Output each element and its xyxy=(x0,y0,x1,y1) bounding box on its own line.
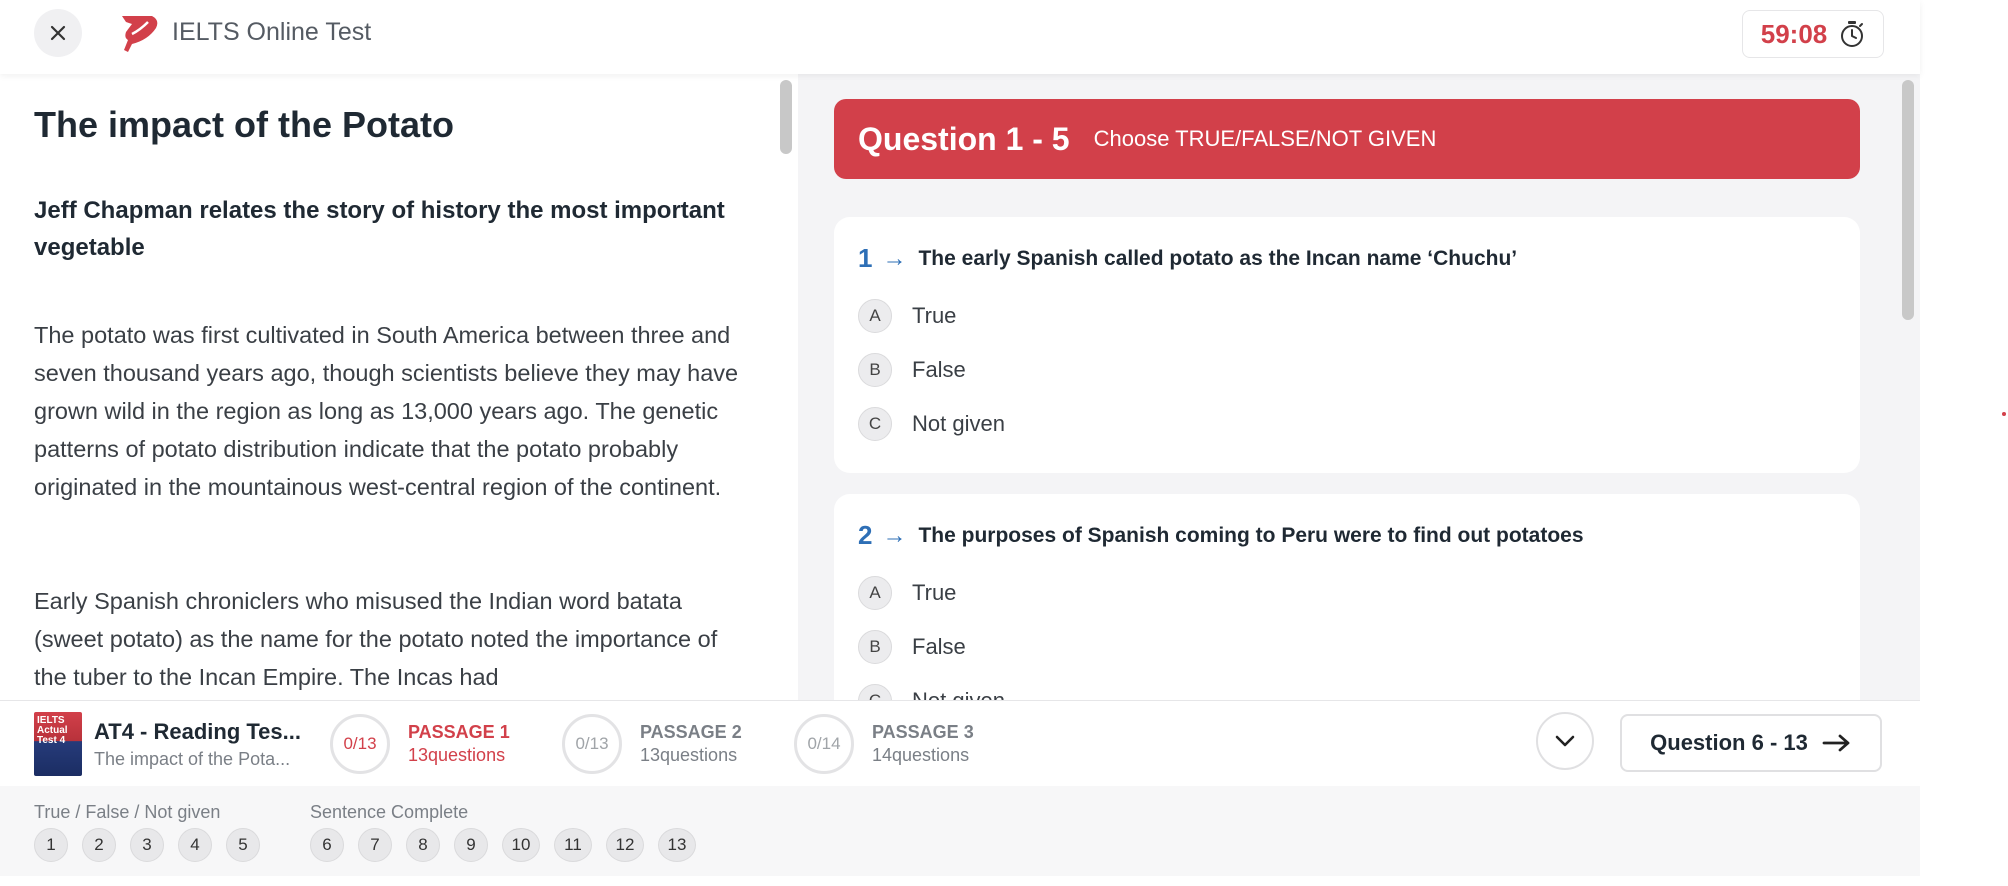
question-range: Question 1 - 5 xyxy=(858,120,1070,157)
next-button-label: Question 6 - 13 xyxy=(1650,730,1808,755)
test-thumbnail: IELTS Actual Test 4 xyxy=(34,712,82,776)
timer-value: 59:08 xyxy=(1760,18,1828,49)
passage-tab-count: 13questions xyxy=(408,745,506,765)
question-header: 2 → The purposes of Spanish coming to Pe… xyxy=(858,520,1584,551)
question-number-button[interactable]: 4 xyxy=(178,828,212,862)
countdown-timer: 59:08 xyxy=(1742,10,1884,58)
chevron-down-icon xyxy=(1555,735,1575,747)
tab-passage-3[interactable]: 0/14 PASSAGE 3 14questions xyxy=(794,711,974,777)
answer-option[interactable]: A True xyxy=(858,299,956,333)
stopwatch-icon xyxy=(1841,21,1864,47)
question-number-button[interactable]: 5 xyxy=(226,828,260,862)
edge-marker xyxy=(2002,412,2006,416)
question-group-numbers: 1 2 3 4 5 xyxy=(34,828,260,862)
question-number-button[interactable]: 6 xyxy=(310,828,344,862)
arrow-right-icon: → xyxy=(882,521,907,549)
questions-scrollbar[interactable] xyxy=(1902,80,1914,320)
question-number: 1 xyxy=(858,243,873,273)
option-letter: B xyxy=(858,353,892,387)
tab-passage-2[interactable]: 0/13 PASSAGE 2 13questions xyxy=(562,711,742,777)
questions-panel: Question 1 - 5 Choose TRUE/FALSE/NOT GIV… xyxy=(798,74,1920,700)
passage-tab-name: PASSAGE 2 xyxy=(640,722,742,742)
passage-title: The impact of the Potato xyxy=(34,104,455,145)
option-label: False xyxy=(912,634,966,659)
answer-option[interactable]: B False xyxy=(858,630,966,664)
bottom-navigation: IELTS Actual Test 4 AT4 - Reading Tes...… xyxy=(0,700,1920,787)
question-number-button[interactable]: 9 xyxy=(454,828,488,862)
brand-logo xyxy=(122,16,158,52)
option-letter: A xyxy=(858,576,892,610)
reading-passage: The impact of the Potato Jeff Chapman re… xyxy=(0,74,776,700)
passage-paragraph: Early Spanish chroniclers who misused th… xyxy=(34,588,718,690)
question-header: 1 → The early Spanish called potato as t… xyxy=(858,243,1517,274)
question-card: 2 → The purposes of Spanish coming to Pe… xyxy=(834,494,1860,700)
question-group-header: Question 1 - 5 Choose TRUE/FALSE/NOT GIV… xyxy=(834,99,1860,179)
question-text: The early Spanish called potato as the I… xyxy=(918,246,1518,270)
answer-option[interactable]: A True xyxy=(858,576,956,610)
tab-passage-1[interactable]: 0/13 PASSAGE 1 13questions xyxy=(330,711,510,777)
arrow-right-icon: → xyxy=(882,244,907,272)
passage-scrollbar[interactable] xyxy=(780,80,792,154)
question-text: The purposes of Spanish coming to Peru w… xyxy=(918,523,1584,547)
option-letter: A xyxy=(858,299,892,333)
passage-tab-count: 14questions xyxy=(872,745,970,765)
option-label: Not given xyxy=(912,688,1005,700)
close-button[interactable] xyxy=(34,9,82,57)
top-bar: IELTS Online Test 59:08 xyxy=(0,0,1920,74)
question-number-button[interactable]: 3 xyxy=(130,828,164,862)
passage-subtitle: Jeff Chapman relates the story of histor… xyxy=(34,197,725,261)
test-title: AT4 - Reading Tes... xyxy=(94,719,301,744)
question-number-button[interactable]: 10 xyxy=(502,828,540,862)
toggle-palette-button[interactable] xyxy=(1536,712,1594,770)
option-label: Not given xyxy=(912,411,1005,436)
passage-progress-ring: 0/13 xyxy=(562,714,622,774)
option-letter: C xyxy=(858,684,892,700)
question-number-button[interactable]: 2 xyxy=(82,828,116,862)
passage-tab-count: 13questions xyxy=(640,745,738,765)
next-question-group-button[interactable]: Question 6 - 13 xyxy=(1620,714,1882,772)
passage-tab-name: PASSAGE 3 xyxy=(872,722,974,742)
question-number-button[interactable]: 11 xyxy=(554,828,592,862)
passage-progress-ring: 0/14 xyxy=(794,714,854,774)
answer-option[interactable]: B False xyxy=(858,353,966,387)
question-group-numbers: 6 7 8 9 10 11 12 13 xyxy=(310,828,696,862)
question-group-label: Sentence Complete xyxy=(310,802,469,822)
option-label: False xyxy=(912,357,966,382)
answer-option[interactable]: C Not given xyxy=(858,407,1005,441)
question-number-button[interactable]: 8 xyxy=(406,828,440,862)
test-subtitle: The impact of the Pota... xyxy=(94,749,291,769)
question-number-button[interactable]: 12 xyxy=(606,828,644,862)
thumbnail-text: IELTS Actual Test 4 xyxy=(37,715,68,746)
question-number-button[interactable]: 13 xyxy=(658,828,696,862)
question-card: 1 → The early Spanish called potato as t… xyxy=(834,217,1860,473)
answer-option[interactable]: C Not given xyxy=(858,684,1005,700)
question-number-button[interactable]: 7 xyxy=(358,828,392,862)
option-letter: C xyxy=(858,407,892,441)
passage-progress-ring: 0/13 xyxy=(330,714,390,774)
question-number: 2 xyxy=(858,520,873,550)
question-group-label: True / False / Not given xyxy=(34,802,221,822)
question-instruction: Choose TRUE/FALSE/NOT GIVEN xyxy=(1093,126,1437,151)
question-number-button[interactable]: 1 xyxy=(34,828,68,862)
option-letter: B xyxy=(858,630,892,664)
question-palette: True / False / Not given 1 2 3 4 5 Sente… xyxy=(0,786,1920,876)
close-icon xyxy=(50,25,66,41)
app-title: IELTS Online Test xyxy=(172,18,372,46)
option-label: True xyxy=(912,580,957,605)
passage-paragraph: The potato was first cultivated in South… xyxy=(34,322,739,500)
option-label: True xyxy=(912,303,957,328)
arrow-right-icon xyxy=(1822,734,1850,752)
passage-tab-name: PASSAGE 1 xyxy=(408,722,510,742)
